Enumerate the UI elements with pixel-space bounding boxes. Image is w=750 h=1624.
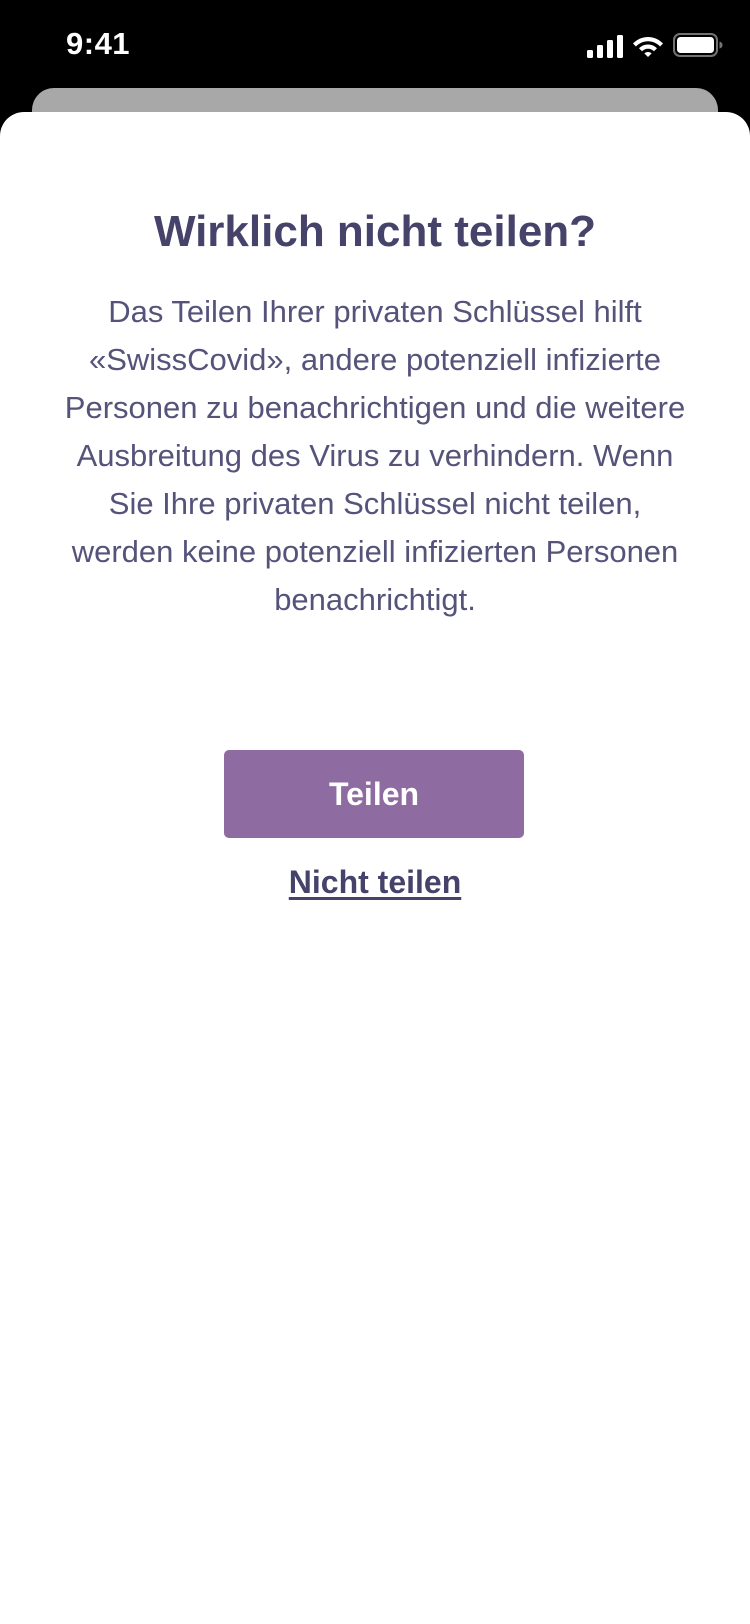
dialog-title: Wirklich nicht teilen? <box>153 207 597 256</box>
screen: 9:41 Wirklich nicht teilen? Das Teilen I… <box>0 0 750 1624</box>
status-time: 9:41 <box>66 26 131 61</box>
battery-icon <box>673 33 723 57</box>
modal-sheet: Wirklich nicht teilen? Das Teilen Ihrer … <box>0 112 750 1624</box>
status-bar: 9:41 <box>0 0 750 90</box>
dialog-body-text: Das Teilen Ihrer privaten Schlüssel hilf… <box>64 294 686 617</box>
cellular-signal-icon <box>587 35 623 58</box>
share-button[interactable]: Teilen <box>224 750 524 838</box>
wifi-icon <box>633 37 663 57</box>
dont-share-link[interactable]: Nicht teilen <box>0 864 750 901</box>
